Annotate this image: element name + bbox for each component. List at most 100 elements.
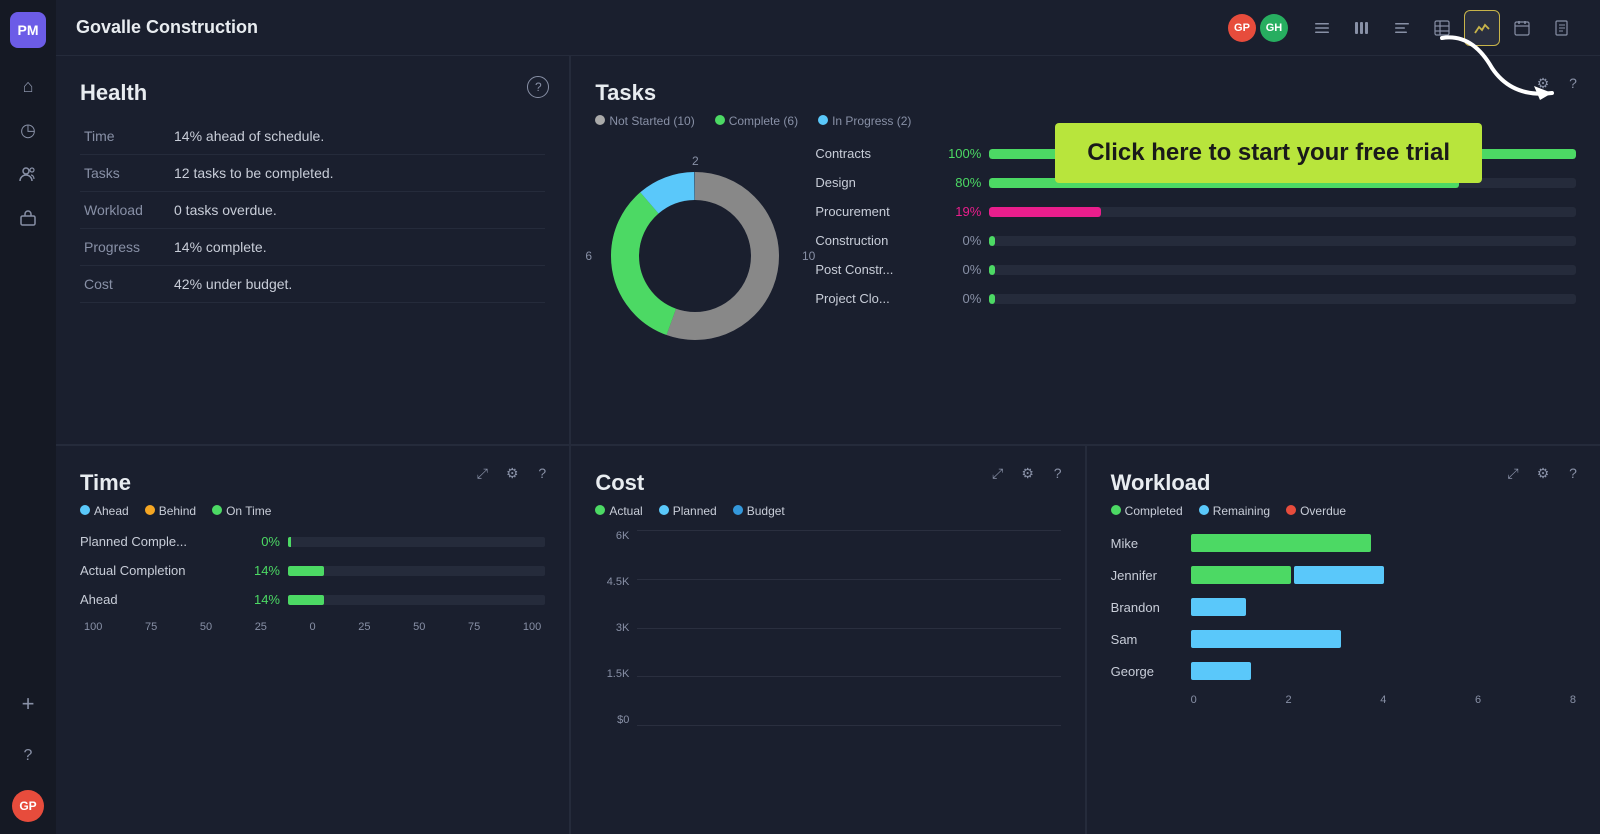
sidebar-item-portfolio[interactable] xyxy=(10,200,46,236)
legend-on-time: On Time xyxy=(212,504,271,518)
legend-planned: Planned xyxy=(659,504,717,518)
bar-track-post-constr xyxy=(989,265,1576,275)
bar-pct-construction: 0% xyxy=(943,233,981,248)
time-panel: Time ⤢ ⚙ ? Ahead Behind On Time Planned … xyxy=(56,446,569,834)
workload-row-jennifer: Jennifer xyxy=(1111,566,1576,584)
free-trial-banner[interactable]: Click here to start your free trial xyxy=(1055,123,1482,183)
time-label-planned: Planned Comple... xyxy=(80,534,240,549)
time-pct-ahead: 14% xyxy=(240,592,280,607)
legend-overdue: Overdue xyxy=(1286,504,1346,518)
workload-completed-mike xyxy=(1191,534,1371,552)
workload-label-george: George xyxy=(1111,664,1191,679)
cost-panel-icons: ⤢ ⚙ ? xyxy=(987,462,1069,484)
cost-expand-icon[interactable]: ⤢ xyxy=(987,462,1009,484)
workload-bars-mike xyxy=(1191,534,1576,552)
cost-x-axis xyxy=(637,726,1060,750)
cost-help-icon[interactable]: ? xyxy=(1047,462,1069,484)
sidebar-help-button[interactable]: ? xyxy=(10,738,46,774)
time-panel-icons: ⤢ ⚙ ? xyxy=(471,462,553,484)
bar-track-project-clo xyxy=(989,294,1576,304)
legend-ahead: Ahead xyxy=(80,504,129,518)
health-title: Health xyxy=(80,80,545,106)
time-row-actual: Actual Completion 14% xyxy=(80,563,545,578)
sidebar-item-people[interactable] xyxy=(10,156,46,192)
workload-label-brandon: Brandon xyxy=(1111,600,1191,615)
workload-help-icon[interactable]: ? xyxy=(1562,462,1584,484)
donut-label-2: 2 xyxy=(692,154,699,168)
legend-actual: Actual xyxy=(595,504,642,518)
donut-label-6: 6 xyxy=(585,249,592,263)
header-avatars: GP GH xyxy=(1228,14,1288,42)
header: Govalle Construction GP GH xyxy=(56,0,1600,56)
time-x-axis: 1007550250255075100 xyxy=(80,621,545,633)
legend-complete: Complete (6) xyxy=(715,114,798,128)
health-table: Time 14% ahead of schedule. Tasks 12 tas… xyxy=(80,118,545,303)
cost-legend: Actual Planned Budget xyxy=(595,504,1060,518)
bar-row-project-clo: Project Clo... 0% xyxy=(815,291,1576,306)
bar-track-procurement xyxy=(989,207,1576,217)
user-avatar[interactable]: GP xyxy=(12,790,44,822)
health-value-tasks: 12 tasks to be completed. xyxy=(170,155,545,192)
health-panel: Health ? Time 14% ahead of schedule. Tas… xyxy=(56,56,569,444)
health-label-time: Time xyxy=(80,118,170,155)
health-row-time: Time 14% ahead of schedule. xyxy=(80,118,545,155)
workload-bars-brandon xyxy=(1191,598,1576,616)
time-label-ahead: Ahead xyxy=(80,592,240,607)
workload-rows: Mike Jennifer Brandon xyxy=(1111,534,1576,680)
health-value-workload: 0 tasks overdue. xyxy=(170,192,545,229)
sidebar-item-time[interactable]: ◷ xyxy=(10,112,46,148)
donut-chart: 6 2 10 xyxy=(595,156,795,356)
time-help-icon[interactable]: ? xyxy=(531,462,553,484)
health-label-workload: Workload xyxy=(80,192,170,229)
app-logo[interactable]: PM xyxy=(10,12,46,48)
workload-settings-icon[interactable]: ⚙ xyxy=(1532,462,1554,484)
time-legend: Ahead Behind On Time xyxy=(80,504,545,518)
workload-expand-icon[interactable]: ⤢ xyxy=(1502,462,1524,484)
legend-in-progress: In Progress (2) xyxy=(818,114,911,128)
time-settings-icon[interactable]: ⚙ xyxy=(501,462,523,484)
workload-x-axis: 02468 xyxy=(1191,694,1576,706)
workload-row-george: George xyxy=(1111,662,1576,680)
bar-pct-project-clo: 0% xyxy=(943,291,981,306)
sidebar-add-button[interactable]: + xyxy=(10,686,46,722)
avatar-gh[interactable]: GH xyxy=(1260,14,1288,42)
bar-row-procurement: Procurement 19% xyxy=(815,204,1576,219)
cost-bars xyxy=(637,530,1060,726)
workload-label-mike: Mike xyxy=(1111,536,1191,551)
health-value-time: 14% ahead of schedule. xyxy=(170,118,545,155)
health-row-cost: Cost 42% under budget. xyxy=(80,266,545,303)
workload-row-mike: Mike xyxy=(1111,534,1576,552)
time-label-actual: Actual Completion xyxy=(80,563,240,578)
cost-chart: 6K4.5K3K1.5K$0 xyxy=(595,530,1060,750)
bar-label-contracts: Contracts xyxy=(815,146,935,161)
cost-chart-area xyxy=(637,530,1060,750)
cost-panel: Cost ⤢ ⚙ ? Actual Planned Budget 6K4.5K3… xyxy=(571,446,1084,834)
workload-remaining-george xyxy=(1191,662,1251,680)
time-row-planned: Planned Comple... 0% xyxy=(80,534,545,549)
nav-list-btn[interactable] xyxy=(1304,10,1340,46)
time-bar-ahead xyxy=(288,595,545,605)
workload-completed-jennifer xyxy=(1191,566,1291,584)
avatar-gp[interactable]: GP xyxy=(1228,14,1256,42)
nav-gantt-btn[interactable] xyxy=(1344,10,1380,46)
legend-budget: Budget xyxy=(733,504,785,518)
bar-row-post-constr: Post Constr... 0% xyxy=(815,262,1576,277)
time-rows: Planned Comple... 0% Actual Completion 1… xyxy=(80,534,545,607)
bar-label-project-clo: Project Clo... xyxy=(815,291,935,306)
workload-row-brandon: Brandon xyxy=(1111,598,1576,616)
workload-row-sam: Sam xyxy=(1111,630,1576,648)
health-value-cost: 42% under budget. xyxy=(170,266,545,303)
time-expand-icon[interactable]: ⤢ xyxy=(471,462,493,484)
workload-label-sam: Sam xyxy=(1111,632,1191,647)
workload-bars-george xyxy=(1191,662,1576,680)
sidebar-item-home[interactable]: ⌂ xyxy=(10,68,46,104)
cost-settings-icon[interactable]: ⚙ xyxy=(1017,462,1039,484)
time-pct-planned: 0% xyxy=(240,534,280,549)
bar-pct-post-constr: 0% xyxy=(943,262,981,277)
time-bar-planned xyxy=(288,537,545,547)
health-help-icon[interactable]: ? xyxy=(527,76,549,98)
legend-remaining: Remaining xyxy=(1199,504,1270,518)
workload-label-jennifer: Jennifer xyxy=(1111,568,1191,583)
bar-row-construction: Construction 0% xyxy=(815,233,1576,248)
bar-pct-contracts: 100% xyxy=(943,146,981,161)
